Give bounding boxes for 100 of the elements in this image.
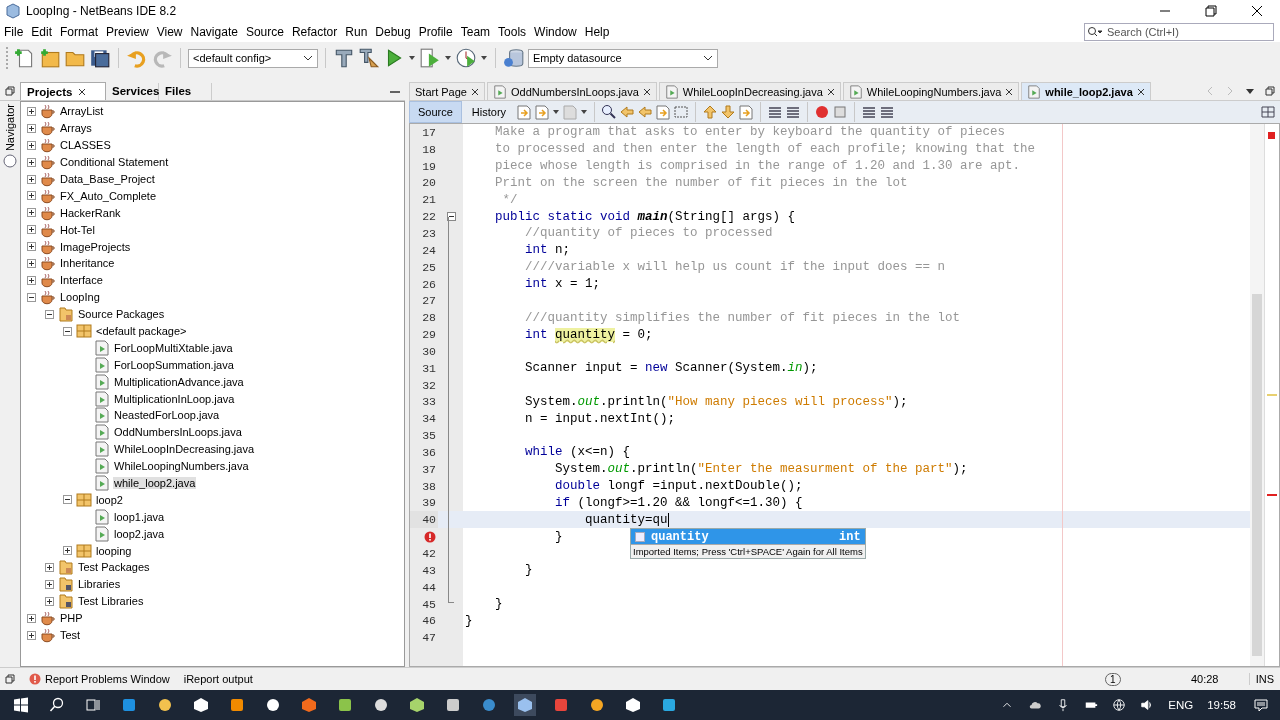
editor-tab[interactable]: Start Page (409, 81, 485, 101)
tree-item[interactable]: <default package> (95, 325, 188, 337)
tree-item[interactable]: LoopIng (59, 291, 101, 304)
expand-toggle[interactable] (27, 140, 36, 150)
tree-item[interactable]: PHP (59, 612, 84, 625)
expand-toggle[interactable] (27, 613, 36, 623)
caret-icon[interactable] (408, 55, 416, 61)
expand-toggle[interactable] (27, 630, 36, 640)
tree-item[interactable]: Conditional Statement (59, 156, 170, 169)
tree-item[interactable]: while_loop2.java (113, 477, 197, 490)
expand-toggle[interactable] (45, 579, 54, 589)
navigator-tab[interactable]: Navigator (4, 104, 16, 152)
close-icon[interactable] (78, 87, 87, 96)
document-arrow-icon[interactable] (516, 104, 533, 120)
tree-item[interactable]: WhileLoopInDecreasing.java (113, 443, 256, 456)
expand-toggle[interactable] (27, 242, 36, 252)
tree-item[interactable]: ArrayList (59, 105, 105, 118)
tree-item[interactable]: NeastedForLoop.java (113, 409, 221, 422)
tree-item[interactable]: Source Packages (77, 308, 166, 321)
tree-item[interactable]: Arrays (59, 122, 93, 135)
restore-window-icon[interactable] (1264, 85, 1276, 97)
expand-toggle[interactable] (27, 174, 36, 184)
view-tab[interactable]: Source (409, 101, 462, 123)
tree-item[interactable]: Test Packages (77, 561, 151, 574)
split-icon[interactable] (1260, 104, 1276, 120)
output-tab[interactable]: Report Problems Window (24, 673, 175, 685)
tree-item[interactable]: Test (59, 629, 82, 642)
database-icon[interactable] (503, 47, 525, 69)
clock[interactable]: 19:58 (1207, 699, 1236, 711)
language-indicator[interactable]: ENG (1168, 699, 1194, 711)
document-icon[interactable] (655, 104, 672, 120)
menu-item[interactable]: File (0, 25, 28, 39)
menu-item[interactable]: Navigate (186, 25, 242, 39)
tree-item[interactable]: CLASSES (59, 139, 112, 152)
menu-item[interactable]: Profile (414, 25, 457, 39)
new-project-icon[interactable] (39, 47, 61, 69)
view-tab[interactable]: History (463, 102, 515, 122)
expand-toggle[interactable] (27, 106, 36, 116)
hammer-icon[interactable] (333, 47, 355, 69)
globe-icon[interactable] (1112, 698, 1127, 712)
panel-tab[interactable]: Files (159, 82, 212, 100)
expand-toggle[interactable] (27, 208, 36, 218)
expand-toggle[interactable] (27, 123, 36, 133)
expand-toggle[interactable] (63, 546, 72, 556)
menu-item[interactable]: Run (341, 25, 372, 39)
menu-item[interactable]: Format (56, 25, 103, 39)
expand-toggle[interactable] (27, 191, 36, 201)
document-icon[interactable] (738, 104, 755, 120)
expand-toggle[interactable] (27, 258, 36, 268)
menu-item[interactable]: Debug (371, 25, 415, 39)
tree-item[interactable]: Hot-Tel (59, 223, 96, 236)
expand-toggle[interactable] (27, 157, 36, 167)
tree-item[interactable]: Interface (59, 274, 104, 287)
save-icon[interactable] (89, 47, 111, 69)
tree-item[interactable]: HackerRank (59, 206, 122, 219)
caret-icon[interactable] (480, 55, 488, 61)
tree-item[interactable]: MultiplicationAdvance.java (113, 375, 245, 388)
menu-item[interactable]: Tools (494, 25, 531, 39)
editor-tab[interactable]: OddNumbersInLoops.java (487, 81, 657, 101)
caret-icon[interactable] (552, 109, 561, 115)
editor-tab[interactable]: WhileLoopInDecreasing.java (658, 81, 841, 101)
editor-tab[interactable]: while_loop2.java (1021, 81, 1151, 101)
menu-item[interactable]: Edit (27, 25, 57, 39)
cube-icon[interactable] (514, 694, 536, 716)
menu-item[interactable]: Source (241, 25, 288, 39)
expand-toggle[interactable] (45, 596, 54, 606)
close-icon[interactable] (826, 87, 835, 96)
panel-tab[interactable]: Services (106, 82, 159, 100)
record-icon[interactable] (814, 104, 831, 120)
broom-hammer-icon[interactable] (358, 47, 380, 69)
restore-window-icon[interactable] (4, 85, 16, 97)
tree-item[interactable]: ForLoopMultiXtable.java (113, 341, 234, 354)
tree-item[interactable]: loop2 (95, 493, 124, 506)
menu-item[interactable]: Preview (102, 25, 153, 39)
expand-toggle[interactable] (45, 563, 54, 572)
tree-item[interactable]: looping (95, 544, 133, 557)
tree-item[interactable]: loop1.java (113, 510, 166, 523)
tree-item[interactable]: ForLoopSummation.java (113, 358, 235, 371)
close-icon[interactable] (471, 87, 479, 96)
tree-item[interactable]: WhileLoopingNumbers.java (113, 460, 250, 473)
fold-toggle[interactable] (447, 212, 456, 222)
expand-toggle[interactable] (27, 275, 36, 285)
tree-item[interactable]: loop2.java (113, 527, 166, 540)
expand-toggle[interactable] (27, 292, 36, 302)
expand-toggle[interactable] (63, 326, 72, 336)
menu-item[interactable]: Refactor (287, 25, 342, 39)
close-icon[interactable] (1136, 87, 1145, 96)
menu-item[interactable]: View (152, 25, 187, 39)
search-icon[interactable] (601, 104, 618, 120)
scrollbar-thumb[interactable] (1252, 294, 1262, 656)
panel-tab[interactable]: Projects (20, 82, 106, 100)
expand-toggle[interactable] (45, 309, 54, 319)
menu-item[interactable]: Help (580, 25, 614, 39)
menu-item[interactable]: Team (456, 25, 495, 39)
tree-item[interactable]: FX_Auto_Complete (59, 189, 157, 202)
config-dropdown[interactable]: <default config> (188, 48, 318, 68)
tree-item[interactable]: Test Libraries (77, 595, 145, 608)
expand-toggle[interactable] (27, 225, 36, 235)
search-field[interactable]: Search (Ctrl+I) (1084, 23, 1274, 41)
arrow-icon[interactable] (720, 104, 737, 120)
